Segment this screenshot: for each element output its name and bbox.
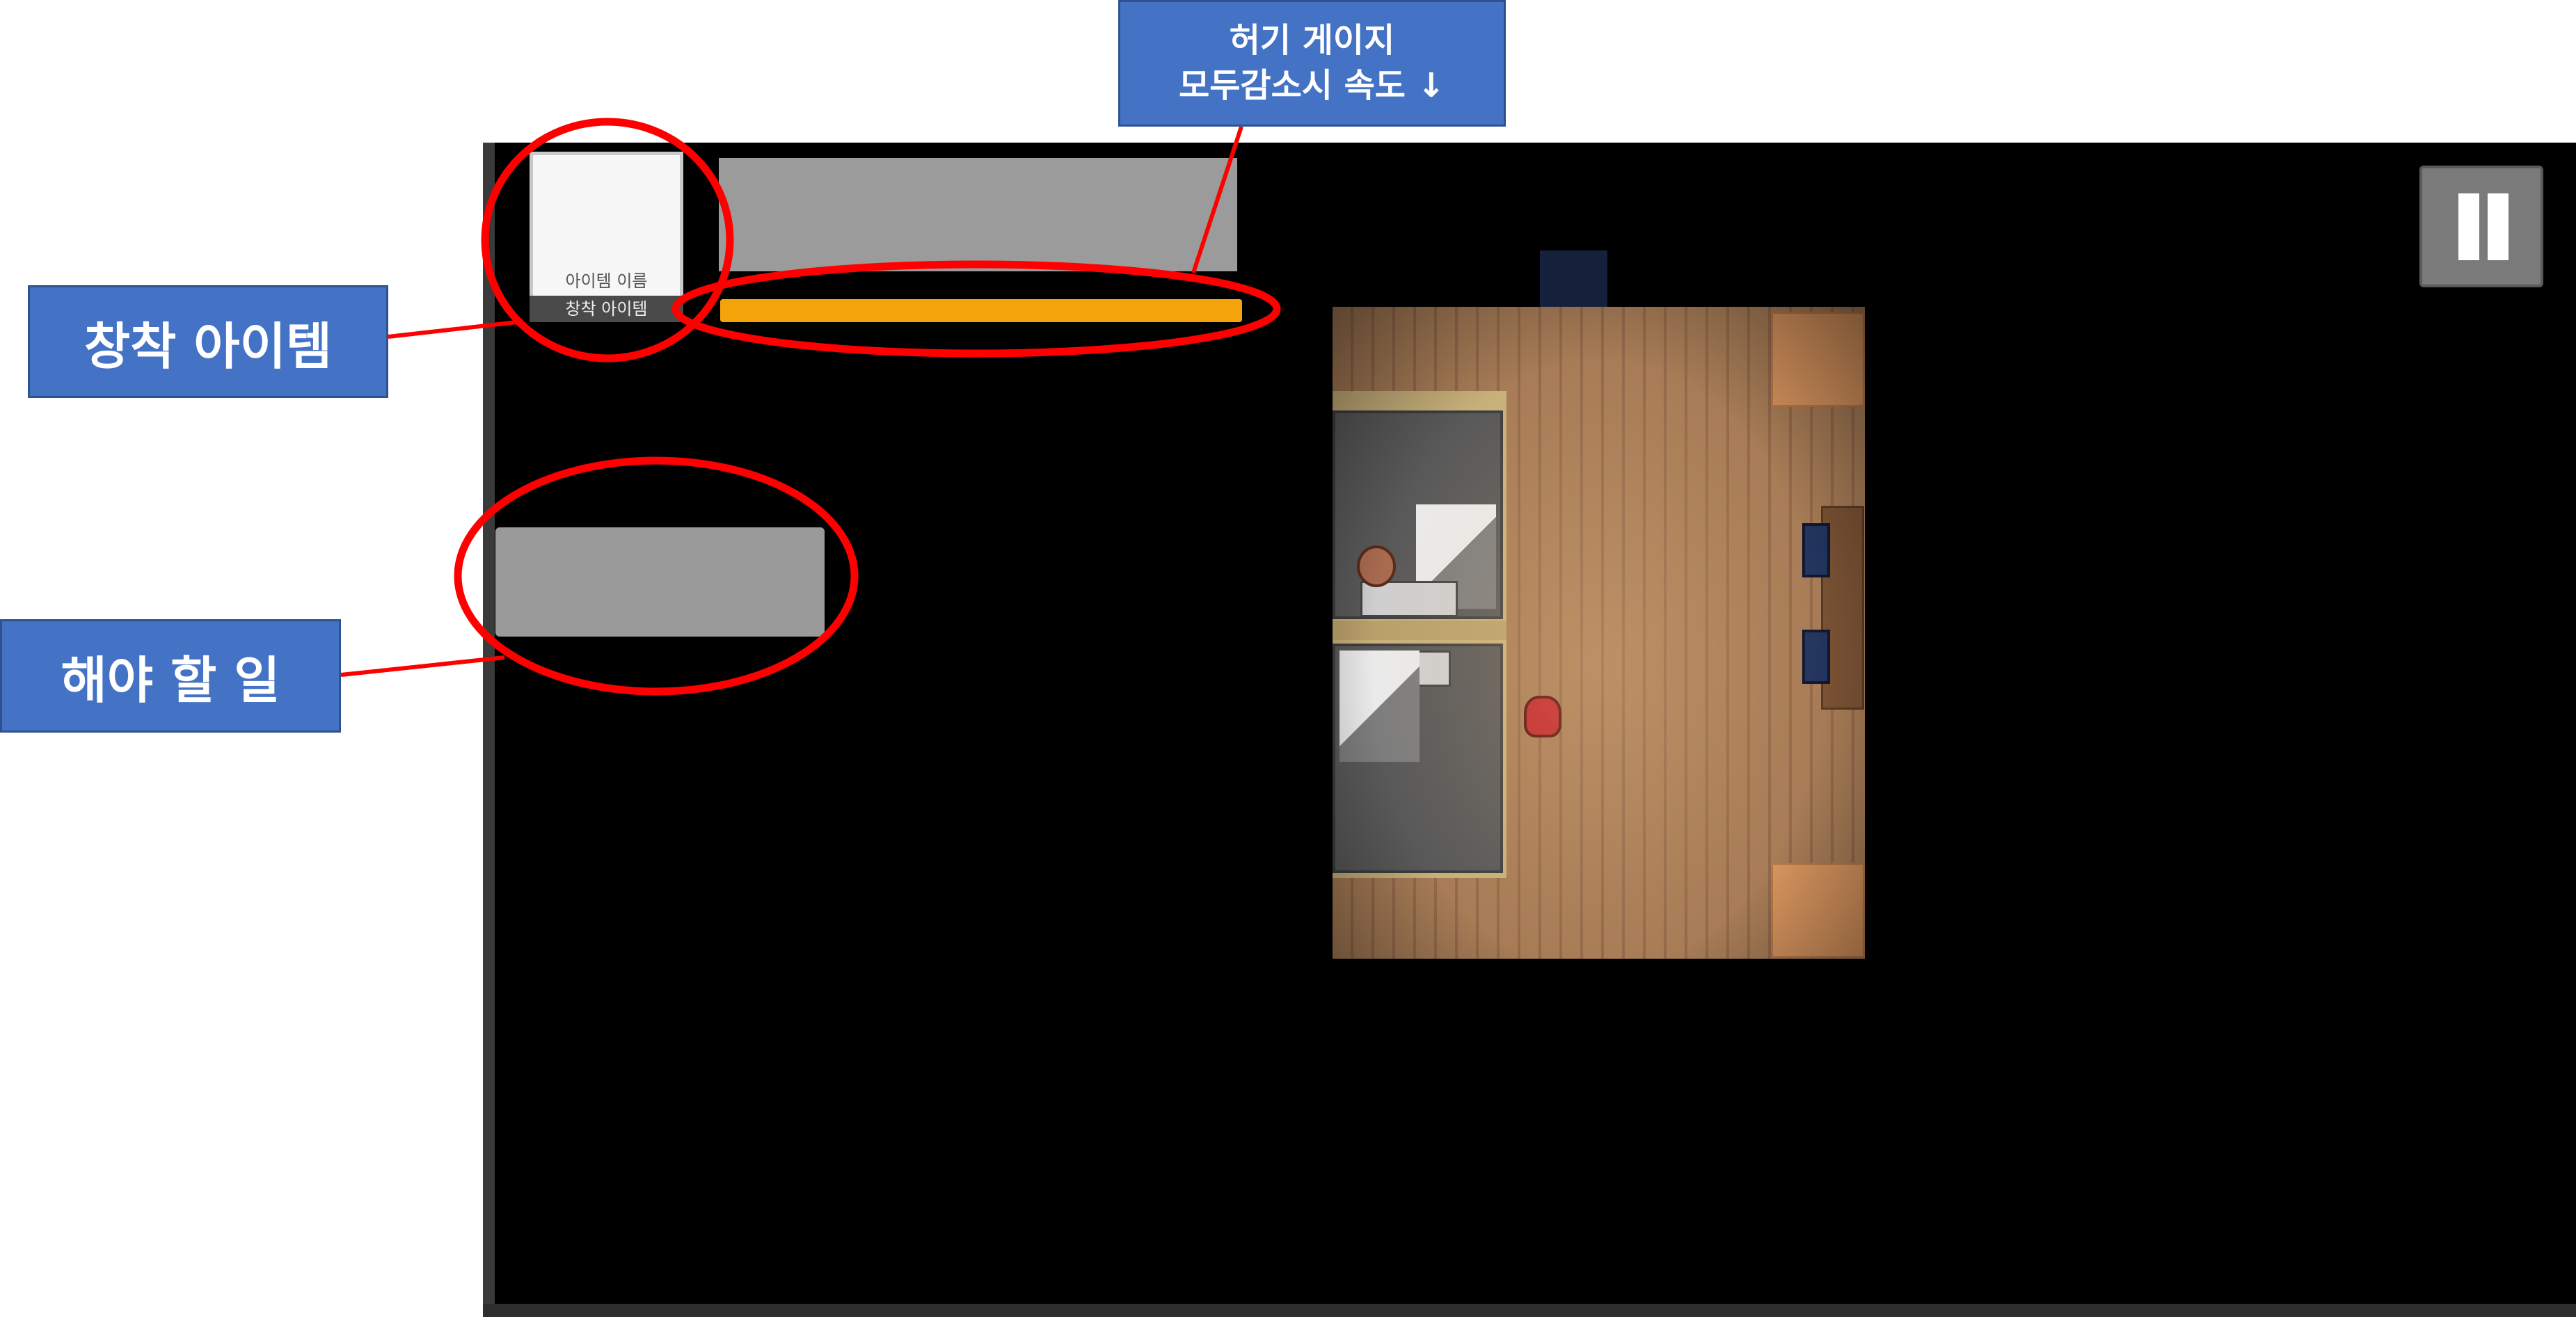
annotation-equipped-item: 창착 아이템 bbox=[28, 285, 388, 398]
annotation-hunger-line1: 허기 게이지 bbox=[1229, 21, 1395, 61]
circle-hunger-gauge bbox=[671, 260, 1281, 358]
annotation-hunger-gauge: 허기 게이지 모두감소시 속도 ↓ bbox=[1118, 0, 1506, 127]
annotation-hunger-line2: 모두감소시 속도 ↓ bbox=[1179, 66, 1445, 105]
leader-equipped bbox=[388, 319, 524, 339]
annotation-overlay bbox=[340, 118, 1281, 696]
circle-todo bbox=[454, 456, 859, 696]
annotation-todo: 해야 할 일 bbox=[0, 619, 341, 733]
leader-hunger bbox=[1191, 126, 1243, 273]
leader-todo bbox=[340, 655, 505, 677]
